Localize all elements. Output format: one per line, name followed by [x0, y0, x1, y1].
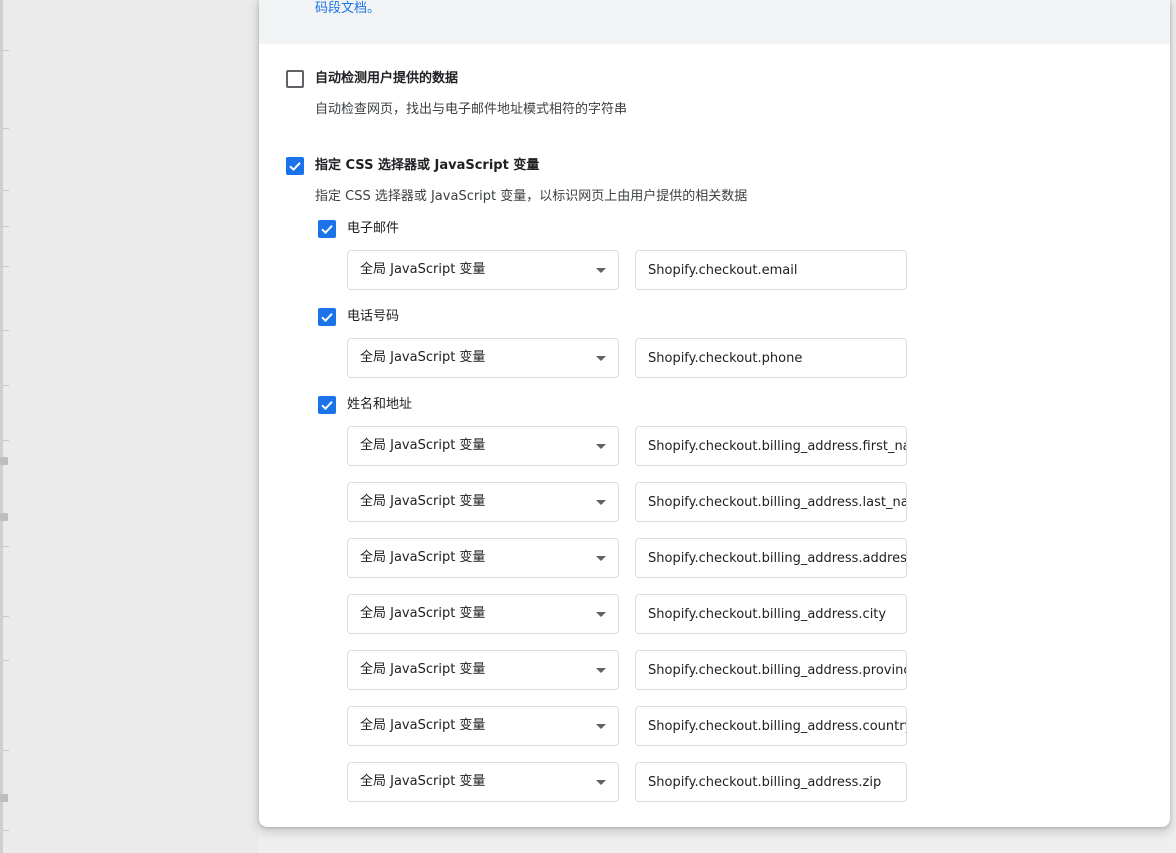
address-variable-input[interactable]: Shopify.checkout.billing_address.address… [635, 538, 907, 578]
input-value: Shopify.checkout.billing_address.country [648, 719, 907, 734]
dropdown-arrow-icon [596, 268, 606, 273]
last-name-type-select[interactable]: 全局 JavaScript 变量 [347, 482, 619, 522]
phone-checkbox[interactable] [318, 308, 336, 326]
phone-variable-input[interactable]: Shopify.checkout.phone [635, 338, 907, 378]
check-icon [289, 162, 301, 172]
zip-variable-input[interactable]: Shopify.checkout.billing_address.zip [635, 762, 907, 802]
auto-detect-description: 自动检查网页，找出与电子邮件地址模式相符的字符串 [315, 102, 628, 117]
manual-description: 指定 CSS 选择器或 JavaScript 变量，以标识网页上由用户提供的相关… [315, 189, 748, 204]
input-value: Shopify.checkout.billing_address.city [648, 607, 887, 622]
email-type-select[interactable]: 全局 JavaScript 变量 [347, 250, 619, 290]
check-icon [321, 225, 333, 235]
email-variable-input[interactable]: Shopify.checkout.email [635, 250, 907, 290]
auto-detect-title: 自动检测用户提供的数据 [315, 71, 459, 86]
zip-type-select[interactable]: 全局 JavaScript 变量 [347, 762, 619, 802]
address-type-select[interactable]: 全局 JavaScript 变量 [347, 538, 619, 578]
province-type-select[interactable]: 全局 JavaScript 变量 [347, 650, 619, 690]
input-value: Shopify.checkout.billing_address.last_na… [648, 495, 907, 510]
select-value: 全局 JavaScript 变量 [360, 494, 486, 509]
dropdown-arrow-icon [596, 500, 606, 505]
info-banner: 码段文档。 [259, 0, 1170, 44]
phone-type-select[interactable]: 全局 JavaScript 变量 [347, 338, 619, 378]
name-address-label: 姓名和地址 [347, 397, 413, 412]
dropdown-arrow-icon [596, 444, 606, 449]
dropdown-arrow-icon [596, 612, 606, 617]
select-value: 全局 JavaScript 变量 [360, 550, 486, 565]
select-value: 全局 JavaScript 变量 [360, 262, 486, 277]
dropdown-arrow-icon [596, 724, 606, 729]
input-value: Shopify.checkout.email [648, 263, 798, 278]
check-icon [321, 313, 333, 323]
select-value: 全局 JavaScript 变量 [360, 662, 486, 677]
background-page [0, 0, 258, 853]
input-value: Shopify.checkout.billing_address.zip [648, 775, 882, 790]
select-value: 全局 JavaScript 变量 [360, 606, 486, 621]
email-checkbox[interactable] [318, 220, 336, 238]
dropdown-arrow-icon [596, 556, 606, 561]
province-variable-input[interactable]: Shopify.checkout.billing_address.provinc… [635, 650, 907, 690]
user-data-dialog: 码段文档。 自动检测用户提供的数据 自动检查网页，找出与电子邮件地址模式相符的字… [259, 0, 1170, 827]
first-name-variable-input[interactable]: Shopify.checkout.billing_address.first_n… [635, 426, 907, 466]
last-name-variable-input[interactable]: Shopify.checkout.billing_address.last_na… [635, 482, 907, 522]
country-type-select[interactable]: 全局 JavaScript 变量 [347, 706, 619, 746]
select-value: 全局 JavaScript 变量 [360, 350, 486, 365]
input-value: Shopify.checkout.phone [648, 351, 803, 366]
email-label: 电子邮件 [347, 221, 400, 236]
auto-detect-checkbox[interactable] [286, 70, 304, 88]
check-icon [321, 401, 333, 411]
city-variable-input[interactable]: Shopify.checkout.billing_address.city [635, 594, 907, 634]
name-address-checkbox[interactable] [318, 396, 336, 414]
doc-link[interactable]: 码段文档。 [315, 0, 380, 18]
dropdown-arrow-icon [596, 356, 606, 361]
input-value: Shopify.checkout.billing_address.provinc… [648, 663, 907, 678]
input-value: Shopify.checkout.billing_address.address… [648, 551, 907, 566]
input-value: Shopify.checkout.billing_address.first_n… [648, 439, 907, 454]
dropdown-arrow-icon [596, 780, 606, 785]
country-variable-input[interactable]: Shopify.checkout.billing_address.country [635, 706, 907, 746]
manual-title: 指定 CSS 选择器或 JavaScript 变量 [315, 158, 540, 173]
city-type-select[interactable]: 全局 JavaScript 变量 [347, 594, 619, 634]
select-value: 全局 JavaScript 变量 [360, 718, 486, 733]
phone-label: 电话号码 [347, 309, 400, 324]
first-name-type-select[interactable]: 全局 JavaScript 变量 [347, 426, 619, 466]
select-value: 全局 JavaScript 变量 [360, 438, 486, 453]
dropdown-arrow-icon [596, 668, 606, 673]
manual-checkbox[interactable] [286, 157, 304, 175]
select-value: 全局 JavaScript 变量 [360, 774, 486, 789]
